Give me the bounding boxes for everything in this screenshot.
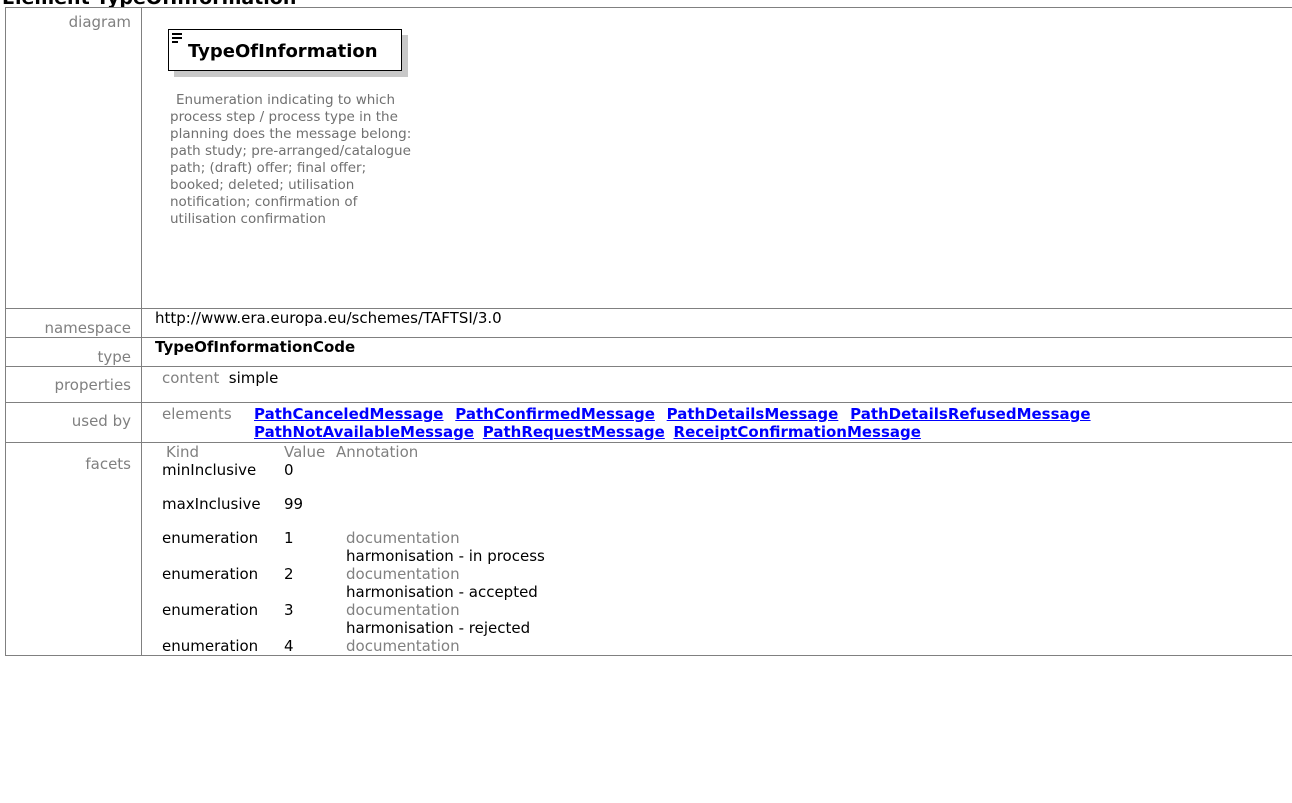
facet-row: maxInclusive 99 <box>154 495 545 529</box>
facet-value: 0 <box>284 461 294 479</box>
properties-content-value: simple <box>228 369 279 387</box>
element-list-icon <box>172 33 184 43</box>
properties-row: properties content simple <box>5 366 1292 403</box>
type-label: type <box>5 337 142 367</box>
properties-content-label: content <box>162 369 220 387</box>
link-path-canceled-message[interactable]: PathCanceledMessage <box>254 405 443 423</box>
used-by-label: used by <box>5 402 142 443</box>
facet-row: enumeration 3 documentation harmonisatio… <box>154 601 545 637</box>
facet-value: 1 <box>284 529 294 547</box>
used-by-cell: elements PathCanceledMessage PathConfirm… <box>141 402 1292 443</box>
facets-row: facets Kind Value Annotation minInclusiv… <box>5 442 1292 656</box>
facet-value: 3 <box>284 601 294 619</box>
facet-annotation-text: harmonisation - in process <box>346 547 545 565</box>
used-by-elements-label: elements <box>162 405 232 423</box>
link-path-not-available-message[interactable]: PathNotAvailableMessage <box>254 423 474 441</box>
facets-header-value: Value <box>284 443 326 461</box>
type-value: TypeOfInformationCode <box>141 337 1292 367</box>
facet-kind: enumeration <box>162 601 259 619</box>
diagram-node[interactable]: TypeOfInformation <box>168 29 402 71</box>
link-path-details-refused-message[interactable]: PathDetailsRefusedMessage <box>850 405 1090 423</box>
diagram-cell: TypeOfInformation Enumeration indicating… <box>141 7 1292 309</box>
facet-annotation-text: harmonisation - rejected <box>346 619 531 637</box>
link-path-confirmed-message[interactable]: PathConfirmedMessage <box>455 405 655 423</box>
used-by-links: PathCanceledMessage PathConfirmedMessage… <box>254 405 1292 441</box>
facet-annotation-label: documentation <box>346 601 460 619</box>
facet-annotation-label: documentation <box>346 637 460 655</box>
diagram-node-title: TypeOfInformation <box>188 41 378 62</box>
facet-kind: enumeration <box>162 637 259 655</box>
properties-cell: content simple <box>141 366 1292 403</box>
namespace-label: namespace <box>5 308 142 338</box>
type-row: type TypeOfInformationCode <box>5 337 1292 367</box>
facet-annotation-label: documentation <box>346 565 460 583</box>
facet-annotation: documentation <box>336 637 545 655</box>
diagram: TypeOfInformation Enumeration indicating… <box>142 8 1292 298</box>
facet-annotation: documentation harmonisation - in process <box>336 529 545 565</box>
facets-header-annotation: Annotation <box>336 443 419 461</box>
facets-header: Kind Value Annotation <box>154 443 545 461</box>
facet-row: minInclusive 0 <box>154 461 545 495</box>
facet-kind: enumeration <box>162 529 259 547</box>
used-by-content: elements PathCanceledMessage PathConfirm… <box>162 405 1292 441</box>
facet-annotation: documentation harmonisation - accepted <box>336 565 545 601</box>
namespace-value: http://www.era.europa.eu/schemes/TAFTSI/… <box>141 308 1292 338</box>
facet-annotation: documentation harmonisation - rejected <box>336 601 545 637</box>
facet-annotation-text: harmonisation - accepted <box>346 583 538 601</box>
facet-annotation <box>336 495 545 529</box>
facet-row: enumeration 1 documentation harmonisatio… <box>154 529 545 565</box>
facet-value: 4 <box>284 637 294 655</box>
facet-value: 2 <box>284 565 294 583</box>
facets-table: Kind Value Annotation minInclusive 0 max… <box>154 443 545 655</box>
properties-label: properties <box>5 366 142 403</box>
namespace-row: namespace http://www.era.europa.eu/schem… <box>5 308 1292 338</box>
element-documentation-table: diagram TypeOfInformation Enumeration in… <box>5 7 1292 656</box>
facet-row: enumeration 2 documentation harmonisatio… <box>154 565 545 601</box>
link-receipt-confirmation-message[interactable]: ReceiptConfirmationMessage <box>674 423 921 441</box>
facets-header-kind: Kind <box>166 443 200 461</box>
facet-annotation <box>336 461 545 495</box>
facet-kind: maxInclusive <box>162 495 261 513</box>
facets-label: facets <box>5 442 142 656</box>
diagram-row: diagram TypeOfInformation Enumeration in… <box>5 7 1292 309</box>
facet-annotation-label: documentation <box>346 529 460 547</box>
facet-kind: minInclusive <box>162 461 257 479</box>
facet-kind: enumeration <box>162 565 259 583</box>
facets-cell: Kind Value Annotation minInclusive 0 max… <box>141 442 1292 656</box>
diagram-description: Enumeration indicating to which process … <box>170 92 412 227</box>
diagram-label: diagram <box>5 7 142 309</box>
used-by-row: used by elements PathCanceledMessage Pat… <box>5 402 1292 443</box>
link-path-details-message[interactable]: PathDetailsMessage <box>667 405 839 423</box>
link-path-request-message[interactable]: PathRequestMessage <box>483 423 665 441</box>
facet-row: enumeration 4 documentation <box>154 637 545 655</box>
facet-value: 99 <box>284 495 304 513</box>
